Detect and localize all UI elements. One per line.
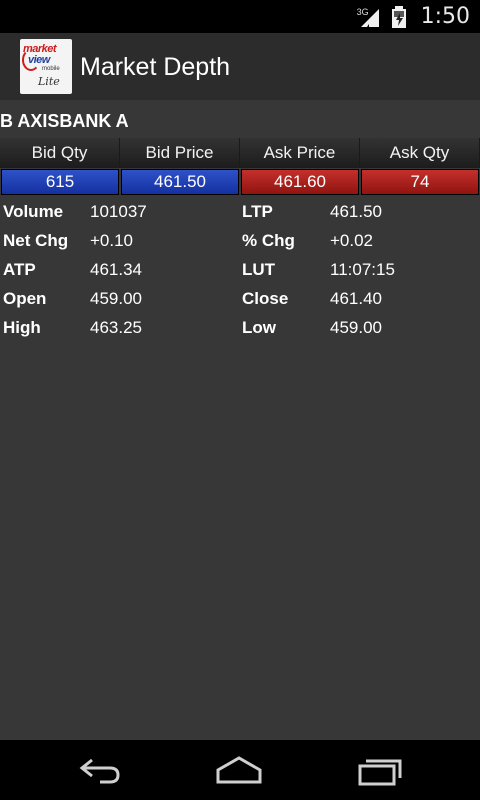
stats-table: Volume 101037 LTP 461.50 Net Chg +0.10 %… <box>0 199 480 344</box>
back-arrow-icon[interactable] <box>74 752 124 788</box>
stat-value-volume: 101037 <box>90 202 147 221</box>
depth-row: 615 461.50 461.60 74 <box>1 169 479 195</box>
clock: 1:50 <box>420 4 470 29</box>
stat-value-low: 459.00 <box>330 318 382 337</box>
stat-value-ltp: 461.50 <box>330 202 382 221</box>
stat-row: Open 459.00 Close 461.40 <box>0 286 480 315</box>
logo-text-mobile: mobile <box>42 66 60 72</box>
stat-label-close: Close <box>242 289 289 308</box>
signal-strength-icon: 3G <box>357 5 381 29</box>
stat-label-net-chg: Net Chg <box>3 231 69 250</box>
stat-label-lut: LUT <box>242 260 276 279</box>
stat-value-close: 461.40 <box>330 289 382 308</box>
network-type-label: 3G <box>356 6 369 17</box>
ask-qty-cell: 74 <box>361 169 479 195</box>
navigation-bar <box>0 740 480 800</box>
logo-text-view: view <box>28 54 50 66</box>
stat-row: High 463.25 Low 459.00 <box>0 315 480 344</box>
stat-label-low: Low <box>242 318 276 337</box>
stat-value-lut: 11:07:15 <box>330 260 395 279</box>
bid-price-cell: 461.50 <box>121 169 239 195</box>
stat-value-high: 463.25 <box>90 318 142 337</box>
stat-label-open: Open <box>3 289 47 308</box>
ask-price-cell: 461.60 <box>241 169 359 195</box>
stat-label-atp: ATP <box>3 260 36 279</box>
bid-qty-cell: 615 <box>1 169 119 195</box>
stat-row: Net Chg +0.10 % Chg +0.02 <box>0 228 480 257</box>
app-logo[interactable]: market view mobile Lite <box>20 39 72 94</box>
status-bar: 3G 1:50 <box>0 0 480 33</box>
stat-label-high: High <box>3 318 41 337</box>
stat-row: Volume 101037 LTP 461.50 <box>0 199 480 228</box>
action-bar: market view mobile Lite Market Depth <box>0 33 480 100</box>
header-ask-price: Ask Price <box>240 138 360 168</box>
stat-label-ltp: LTP <box>242 202 273 221</box>
header-bid-qty: Bid Qty <box>0 138 120 168</box>
stat-value-pct-chg: +0.02 <box>330 231 374 250</box>
battery-icon <box>391 5 406 28</box>
stat-label-pct-chg: % Chg <box>242 231 295 250</box>
recent-apps-icon[interactable] <box>356 752 406 788</box>
stat-value-net-chg: +0.10 <box>90 231 134 250</box>
home-icon[interactable] <box>214 752 264 788</box>
header-bid-price: Bid Price <box>120 138 240 168</box>
header-ask-qty: Ask Qty <box>360 138 480 168</box>
stat-label-volume: Volume <box>3 202 64 221</box>
page-title: Market Depth <box>80 53 231 81</box>
stat-row: ATP 461.34 LUT 11:07:15 <box>0 257 480 286</box>
symbol-label: B AXISBANK A <box>0 111 129 131</box>
logo-text-lite: Lite <box>38 75 60 88</box>
stat-value-atp: 461.34 <box>90 260 142 279</box>
stat-value-open: 459.00 <box>90 289 142 308</box>
depth-header: Bid Qty Bid Price Ask Price Ask Qty <box>0 138 480 168</box>
